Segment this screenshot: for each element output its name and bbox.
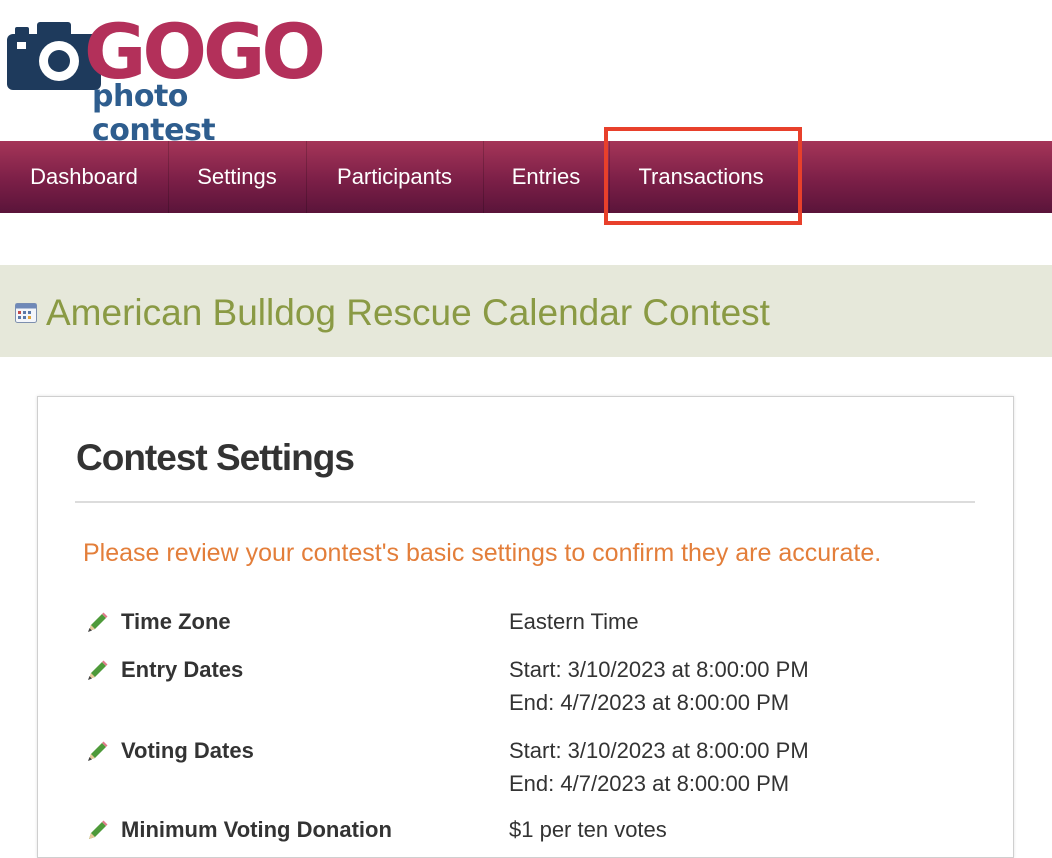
review-notice: Please review your contest's basic setti… (83, 539, 882, 567)
time-zone-label: Time Zone (121, 609, 231, 634)
edit-time-zone-pencil-icon[interactable] (85, 611, 109, 635)
voting-end-date: End: 4/7/2023 at 8:00:00 PM (509, 771, 790, 796)
logo-subtitle: photo contest (92, 79, 216, 148)
edit-min-donation-pencil-icon[interactable] (85, 819, 109, 843)
min-donation-value: $1 per ten votes (509, 817, 667, 842)
nav-transactions[interactable]: Transactions (609, 141, 793, 213)
entry-start-date: Start: 3/10/2023 at 8:00:00 PM (509, 657, 809, 682)
contest-title: American Bulldog Rescue Calendar Contest (46, 292, 770, 333)
nav-settings[interactable]: Settings (168, 141, 307, 213)
nav-entries[interactable]: Entries (483, 141, 610, 213)
site-logo[interactable]: GOGO photo contest (0, 0, 326, 148)
entry-dates-label: Entry Dates (121, 657, 244, 682)
nav-dashboard[interactable]: Dashboard (0, 141, 169, 213)
heading-divider (75, 501, 975, 503)
time-zone-value: Eastern Time (509, 609, 639, 634)
main-nav: Dashboard Settings Participants Entries … (0, 141, 1052, 213)
calendar-icon (15, 303, 37, 323)
voting-start-date: Start: 3/10/2023 at 8:00:00 PM (509, 738, 809, 763)
settings-heading: Contest Settings (76, 437, 355, 478)
entry-end-date: End: 4/7/2023 at 8:00:00 PM (509, 690, 790, 715)
edit-voting-dates-pencil-icon[interactable] (85, 740, 109, 764)
edit-entry-dates-pencil-icon[interactable] (85, 659, 109, 683)
voting-dates-label: Voting Dates (121, 738, 254, 763)
nav-participants[interactable]: Participants (306, 141, 484, 213)
min-donation-label: Minimum Voting Donation (121, 817, 392, 842)
